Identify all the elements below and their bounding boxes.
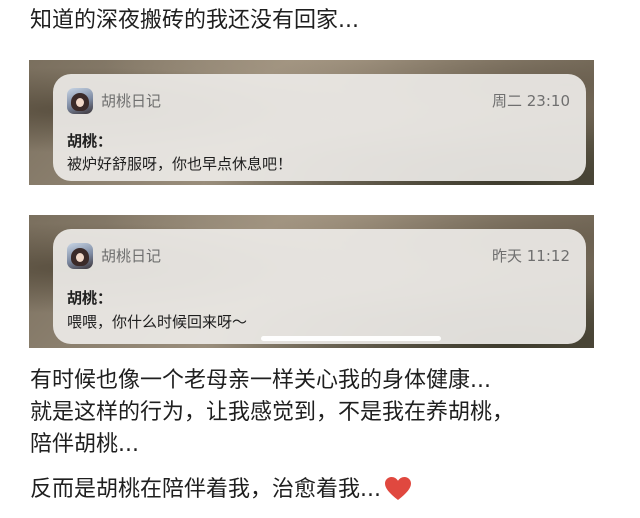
notification-message: 喂喂，你什么时候回来呀～ [67,313,248,331]
notification-time: 昨天 11:12 [492,247,570,265]
post-text-line-3: 陪伴胡桃... [30,432,139,457]
notification-title: 胡桃： [67,132,113,150]
notification-screenshot-2: 胡桃日记 昨天 11:12 胡桃： 喂喂，你什么时候回来呀～ [29,215,594,348]
notification-app-name: 胡桃日记 [101,247,162,265]
notification-time: 周二 23:10 [492,92,570,110]
app-avatar-icon [67,88,93,114]
post-text-line-1: 有时候也像一个老母亲一样关心我的身体健康... [30,368,491,393]
post-text-line-4: 反而是胡桃在陪伴着我，治愈着我... [30,475,411,510]
notification-card-2[interactable]: 胡桃日记 昨天 11:12 胡桃： 喂喂，你什么时候回来呀～ [53,229,586,344]
post-text-line-2: 就是这样的行为，让我感觉到，不是我在养胡桃， [30,400,515,425]
post-text-line-4-text: 反而是胡桃在陪伴着我，治愈着我... [30,477,381,502]
notification-screenshot-1: 胡桃日记 周二 23:10 胡桃： 被炉好舒服呀，你也早点休息吧！ [29,60,594,185]
notification-app-name: 胡桃日记 [101,92,162,110]
heart-icon [384,477,411,510]
notification-title: 胡桃： [67,289,113,307]
notification-message: 被炉好舒服呀，你也早点休息吧！ [67,155,293,173]
notification-card-1[interactable]: 胡桃日记 周二 23:10 胡桃： 被炉好舒服呀，你也早点休息吧！ [53,74,586,181]
app-avatar-icon [67,243,93,269]
post-intro-text: 知道的深夜搬砖的我还没有回家... [30,8,359,33]
home-indicator-bar [261,336,441,341]
